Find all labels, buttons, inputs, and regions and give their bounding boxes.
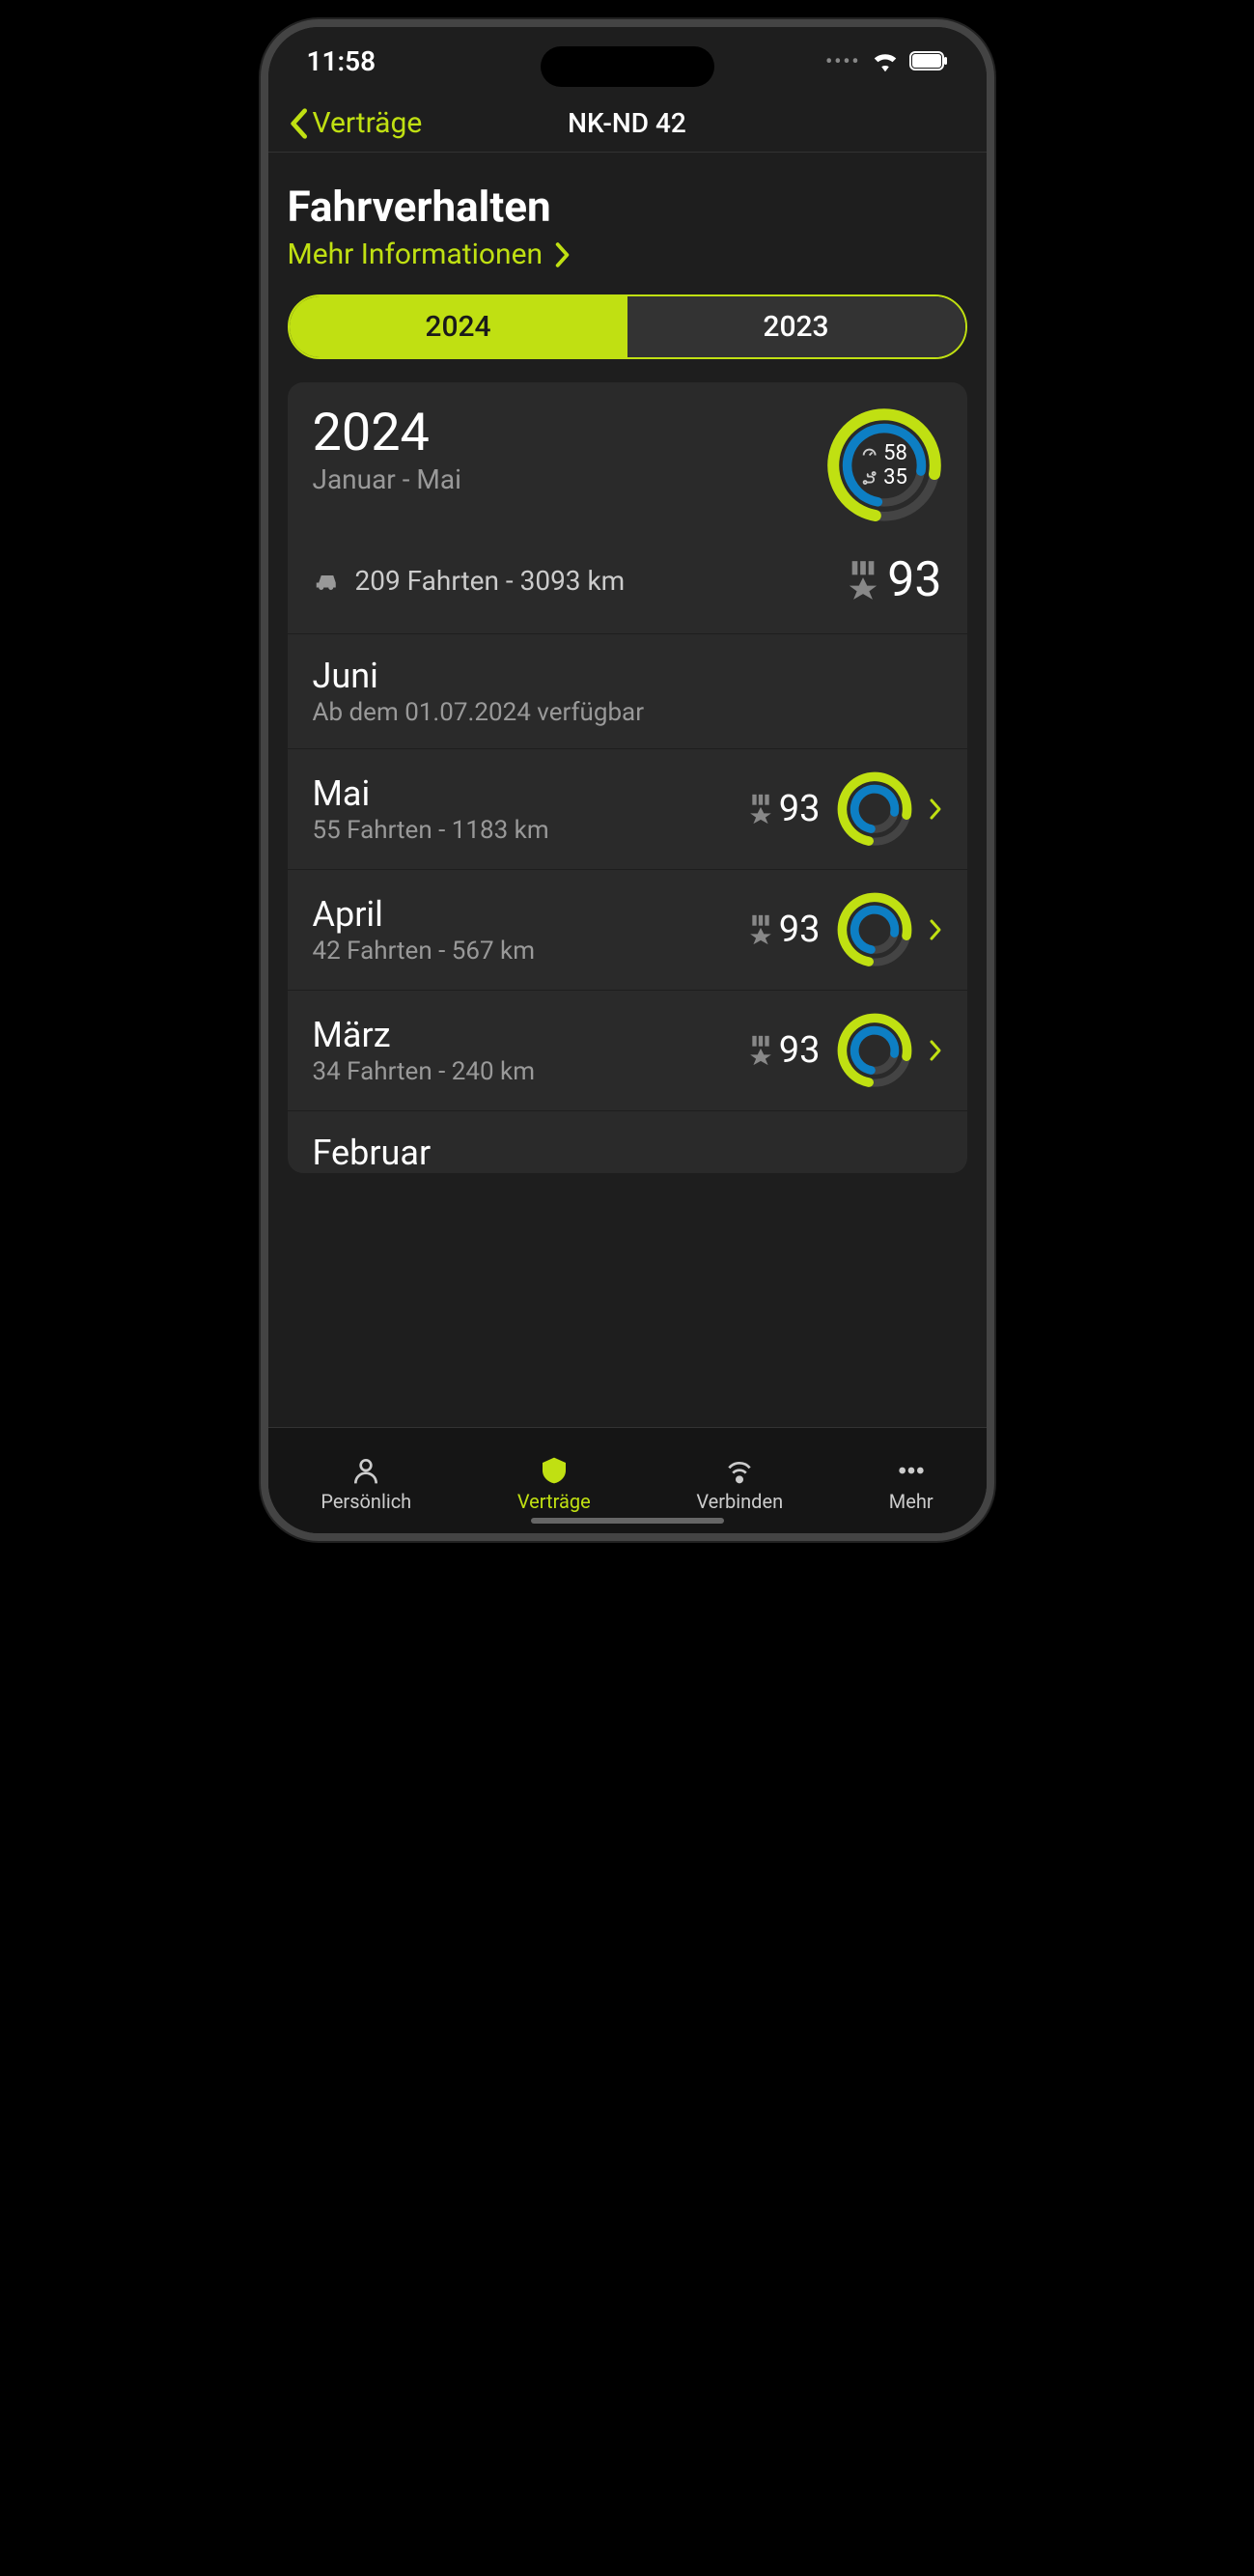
page-title: Fahrverhalten bbox=[288, 182, 967, 232]
battery-icon bbox=[909, 51, 948, 70]
score-ring-icon bbox=[836, 891, 913, 968]
score-ring-icon bbox=[836, 1012, 913, 1089]
month-score: 93 bbox=[748, 1029, 821, 1072]
medal-icon bbox=[748, 794, 773, 825]
phone-frame: 11:58 •••• Verträge NK-ND 42 Fahrverhalt… bbox=[261, 19, 994, 1541]
chevron-right-icon bbox=[929, 1039, 942, 1062]
year-tab-2023[interactable]: 2023 bbox=[627, 296, 965, 357]
month-score-value: 93 bbox=[779, 788, 821, 830]
stat-route: 35 bbox=[883, 465, 907, 490]
month-name: Juni bbox=[313, 656, 942, 696]
month-row-pending: Juni Ab dem 01.07.2024 verfügbar bbox=[288, 634, 967, 749]
speed-icon bbox=[860, 445, 878, 462]
tab-connect[interactable]: Verbinden bbox=[696, 1455, 783, 1513]
more-info-link[interactable]: Mehr Informationen bbox=[288, 238, 967, 271]
tab-personal[interactable]: Persönlich bbox=[320, 1455, 411, 1513]
month-score: 93 bbox=[748, 909, 821, 951]
cell-dots-icon: •••• bbox=[825, 49, 860, 72]
month-sub: 42 Fahrten - 567 km bbox=[313, 937, 733, 966]
wifi-icon bbox=[871, 49, 900, 72]
tab-contracts[interactable]: Verträge bbox=[517, 1455, 591, 1513]
shield-icon bbox=[539, 1455, 570, 1486]
nav-header: Verträge NK-ND 42 bbox=[268, 95, 987, 153]
chevron-right-icon bbox=[929, 798, 942, 821]
month-score-value: 93 bbox=[779, 1029, 821, 1072]
tab-more[interactable]: Mehr bbox=[889, 1455, 934, 1513]
month-sub: 55 Fahrten - 1183 km bbox=[313, 816, 733, 845]
month-name: Mai bbox=[313, 773, 733, 814]
route-icon bbox=[860, 469, 878, 487]
month-sub: 34 Fahrten - 240 km bbox=[313, 1057, 733, 1086]
year-tab-2024[interactable]: 2024 bbox=[290, 296, 627, 357]
month-score-value: 93 bbox=[779, 909, 821, 951]
back-label: Verträge bbox=[313, 106, 423, 140]
tab-label: Verträge bbox=[517, 1490, 591, 1513]
tab-label: Verbinden bbox=[696, 1490, 783, 1513]
score-ring-icon bbox=[836, 770, 913, 848]
stats-card: 2024 Januar - Mai 58 35 bbox=[288, 382, 967, 1173]
chevron-left-icon bbox=[288, 108, 309, 139]
car-icon bbox=[313, 570, 342, 591]
home-indicator bbox=[531, 1518, 724, 1524]
back-button[interactable]: Verträge bbox=[288, 106, 423, 140]
month-row-maerz[interactable]: März 34 Fahrten - 240 km 93 bbox=[288, 991, 967, 1111]
medal-icon bbox=[748, 914, 773, 945]
more-icon bbox=[896, 1455, 927, 1486]
screen: 11:58 •••• Verträge NK-ND 42 Fahrverhalt… bbox=[268, 27, 987, 1533]
status-indicators: •••• bbox=[825, 49, 947, 72]
chevron-right-icon bbox=[554, 242, 570, 267]
month-row-februar[interactable]: Februar bbox=[288, 1111, 967, 1173]
connect-icon bbox=[724, 1455, 755, 1486]
month-pending-note: Ab dem 01.07.2024 verfügbar bbox=[313, 698, 942, 727]
medal-icon bbox=[847, 561, 879, 600]
year-toggle: 2024 2023 bbox=[288, 294, 967, 359]
month-row-april[interactable]: April 42 Fahrten - 567 km 93 bbox=[288, 870, 967, 991]
month-row-mai[interactable]: Mai 55 Fahrten - 1183 km 93 bbox=[288, 749, 967, 870]
month-name: März bbox=[313, 1015, 733, 1055]
nav-title: NK-ND 42 bbox=[568, 107, 686, 139]
trips-text: 209 Fahrten - 3093 km bbox=[355, 565, 626, 597]
summary-range: Januar - Mai bbox=[313, 463, 461, 495]
tab-label: Persönlich bbox=[320, 1490, 411, 1513]
status-time: 11:58 bbox=[307, 45, 376, 77]
month-score: 93 bbox=[748, 788, 821, 830]
stat-speed: 58 bbox=[883, 441, 907, 465]
more-info-label: Mehr Informationen bbox=[288, 238, 543, 271]
month-name: April bbox=[313, 894, 733, 935]
summary-score: 93 bbox=[887, 552, 941, 608]
content: Fahrverhalten Mehr Informationen 2024 20… bbox=[268, 153, 987, 1427]
summary-year: 2024 bbox=[313, 407, 461, 460]
status-bar: 11:58 •••• bbox=[268, 27, 987, 95]
month-name: Februar bbox=[313, 1133, 942, 1173]
year-summary: 2024 Januar - Mai 58 35 bbox=[288, 382, 967, 634]
medal-icon bbox=[748, 1035, 773, 1066]
person-icon bbox=[350, 1455, 381, 1486]
chevron-right-icon bbox=[929, 918, 942, 941]
score-ring-icon: 58 35 bbox=[826, 407, 942, 523]
tab-label: Mehr bbox=[889, 1490, 934, 1513]
